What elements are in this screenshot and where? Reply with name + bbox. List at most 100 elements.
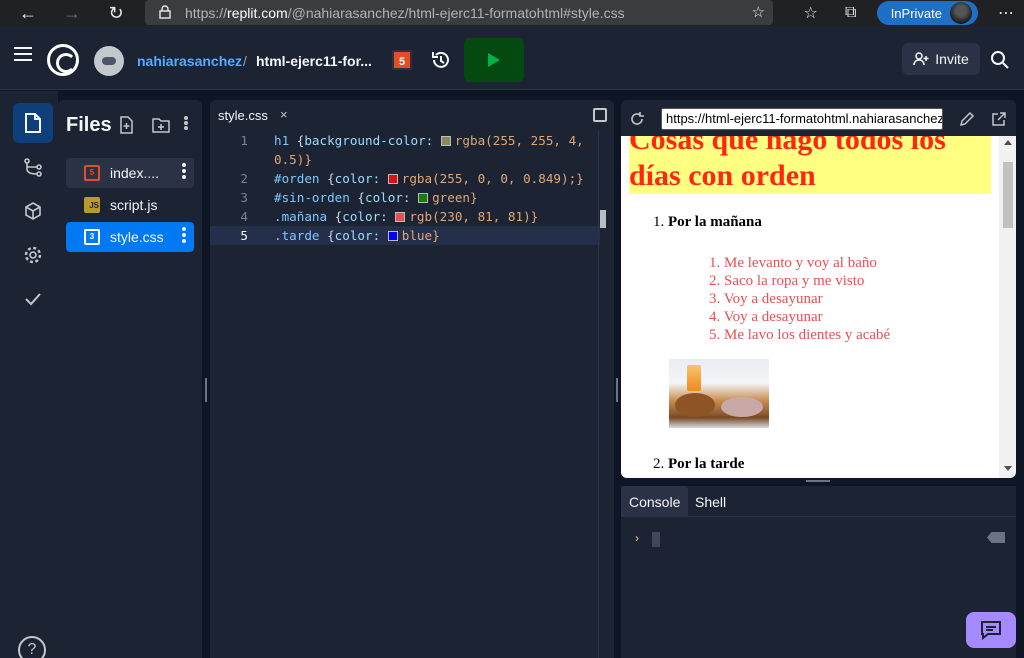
add-user-icon: [913, 52, 929, 66]
sub-list-item: 1. Me levanto y voy al baño: [709, 255, 877, 271]
tab-console[interactable]: Console: [621, 486, 689, 516]
sub-list-item: 3. Voy a desayunar: [709, 291, 823, 307]
file-item-index[interactable]: 5 index....: [66, 158, 194, 188]
html5-icon[interactable]: 5: [392, 50, 412, 70]
package-icon: [25, 202, 41, 220]
lock-icon: [159, 5, 171, 19]
html-file-icon: 5: [84, 165, 100, 181]
file-menu-icon[interactable]: [182, 163, 186, 167]
code-line-current: 5 .tarde {color: blue}: [210, 226, 600, 245]
rail-files-button[interactable]: [13, 103, 53, 143]
user-avatar[interactable]: [94, 46, 124, 76]
play-icon: [488, 53, 500, 67]
menu-icon[interactable]: [14, 53, 32, 55]
invite-button[interactable]: Invite: [902, 43, 980, 75]
close-icon[interactable]: ×: [280, 107, 288, 122]
more-icon[interactable]: ⋯: [988, 3, 1024, 23]
sub-list-item: 2. Saco la ropa y me visto: [709, 273, 865, 289]
chat-button[interactable]: [966, 612, 1016, 648]
forward-icon[interactable]: →: [54, 0, 90, 26]
resize-handle[interactable]: [205, 378, 207, 402]
address-bar[interactable]: https://replit.com/@nahiarasanchez/html-…: [145, 0, 773, 25]
breadcrumb-repl-name[interactable]: html-ejerc11-for...: [256, 53, 372, 69]
check-icon: [25, 293, 41, 306]
rail-git-button[interactable]: [13, 147, 53, 187]
chat-icon: [981, 621, 1001, 640]
item-text: Me levanto y voy al baño: [724, 255, 877, 271]
back-icon[interactable]: ←: [10, 0, 46, 26]
console-output[interactable]: ›: [621, 516, 1016, 658]
color-swatch[interactable]: [395, 212, 406, 222]
item-text: Me lavo los dientes y acabé: [724, 327, 891, 343]
css-selector: #sin-orden: [274, 190, 350, 205]
tab-style-css[interactable]: style.css ×: [210, 100, 296, 131]
scroll-up-icon[interactable]: [1004, 140, 1012, 145]
refresh-icon[interactable]: ↻: [98, 0, 134, 26]
line-number: 3: [240, 190, 248, 205]
new-file-icon[interactable]: [118, 116, 136, 134]
clear-console-icon[interactable]: [987, 532, 1005, 543]
replit-logo[interactable]: [47, 44, 79, 76]
scroll-down-icon[interactable]: [1004, 466, 1012, 471]
css-value: rgba(255, 0, 0, 0.849);}: [401, 171, 584, 186]
code-line: 3 #sin-orden {color: green}: [210, 188, 600, 207]
css-file-icon: 3: [84, 229, 100, 245]
list-number: 2.: [653, 456, 665, 472]
line-number: 4: [240, 209, 248, 224]
collections-icon[interactable]: ⧉: [831, 4, 871, 22]
css-selector: #orden: [274, 171, 320, 186]
files-more-icon[interactable]: [184, 116, 188, 120]
breadcrumb-username[interactable]: nahiarasanchez: [137, 53, 242, 69]
history-icon[interactable]: [430, 49, 452, 71]
search-icon[interactable]: [990, 50, 1010, 70]
css-value: rgb(230, 81, 81)}: [409, 209, 539, 224]
css-property: color:: [342, 209, 388, 224]
file-name: index....: [110, 165, 160, 181]
list-item: 2. Por la tarde: [653, 456, 744, 473]
file-item-style[interactable]: 3 style.css: [66, 222, 194, 252]
rail-settings-button[interactable]: [13, 235, 53, 275]
color-swatch[interactable]: [418, 193, 429, 203]
tab-label: style.css: [218, 108, 268, 123]
scroll-thumb[interactable]: [1003, 162, 1013, 228]
run-button[interactable]: [464, 38, 524, 82]
reload-icon[interactable]: [629, 111, 645, 127]
url-path: /@nahiarasanchez/html-ejerc11-formatohtm…: [287, 4, 625, 21]
help-icon[interactable]: ?: [18, 636, 46, 658]
file-icon: [25, 113, 41, 133]
list-number: 1.: [653, 214, 665, 230]
code-area[interactable]: 1 h1 {background-color: rgba(255, 255, 4…: [210, 131, 600, 658]
item-text: Voy a desayunar: [723, 291, 823, 307]
page-heading: Cosas que hago todos los días con orden: [629, 136, 991, 194]
color-swatch[interactable]: [387, 174, 398, 184]
editor-scrollbar[interactable]: [600, 210, 606, 228]
console-pane: Console Shell ›: [621, 486, 1016, 658]
code-line: 2 #orden {color: rgba(255, 0, 0, 0.849);…: [210, 169, 600, 188]
list-item: 1. Por la mañana: [653, 214, 762, 231]
color-swatch[interactable]: [440, 136, 451, 146]
rail-packages-button[interactable]: [13, 191, 53, 231]
rail-checks-button[interactable]: [13, 279, 53, 319]
edit-icon[interactable]: [959, 111, 975, 127]
webview-scrollbar[interactable]: [999, 136, 1016, 478]
css-selector: h1: [274, 133, 290, 148]
tab-shell[interactable]: Shell: [687, 486, 734, 516]
add-favorite-icon[interactable]: ☆: [752, 3, 765, 21]
css-value: green}: [432, 190, 478, 205]
code-line: 1 h1 {background-color: rgba(255, 255, 4…: [210, 131, 600, 150]
resize-handle[interactable]: [616, 378, 618, 402]
resize-handle[interactable]: [806, 480, 830, 482]
css-value: blue}: [401, 228, 440, 243]
webview-url-field[interactable]: https://html-ejerc11-formatohtml.nahiara…: [661, 108, 943, 130]
favorites-icon[interactable]: ☆: [791, 3, 831, 23]
prompt-icon: ›: [635, 531, 639, 545]
file-item-script[interactable]: JS script.js: [66, 190, 194, 220]
line-number: 5: [240, 228, 248, 243]
color-swatch[interactable]: [387, 231, 398, 241]
editor-scroll-track: [598, 131, 599, 658]
open-new-tab-icon[interactable]: [991, 111, 1007, 127]
new-folder-icon[interactable]: [152, 116, 170, 134]
inprivate-button[interactable]: InPrivate: [876, 1, 978, 25]
file-menu-icon[interactable]: [182, 227, 186, 231]
pane-options-icon[interactable]: [593, 108, 607, 122]
